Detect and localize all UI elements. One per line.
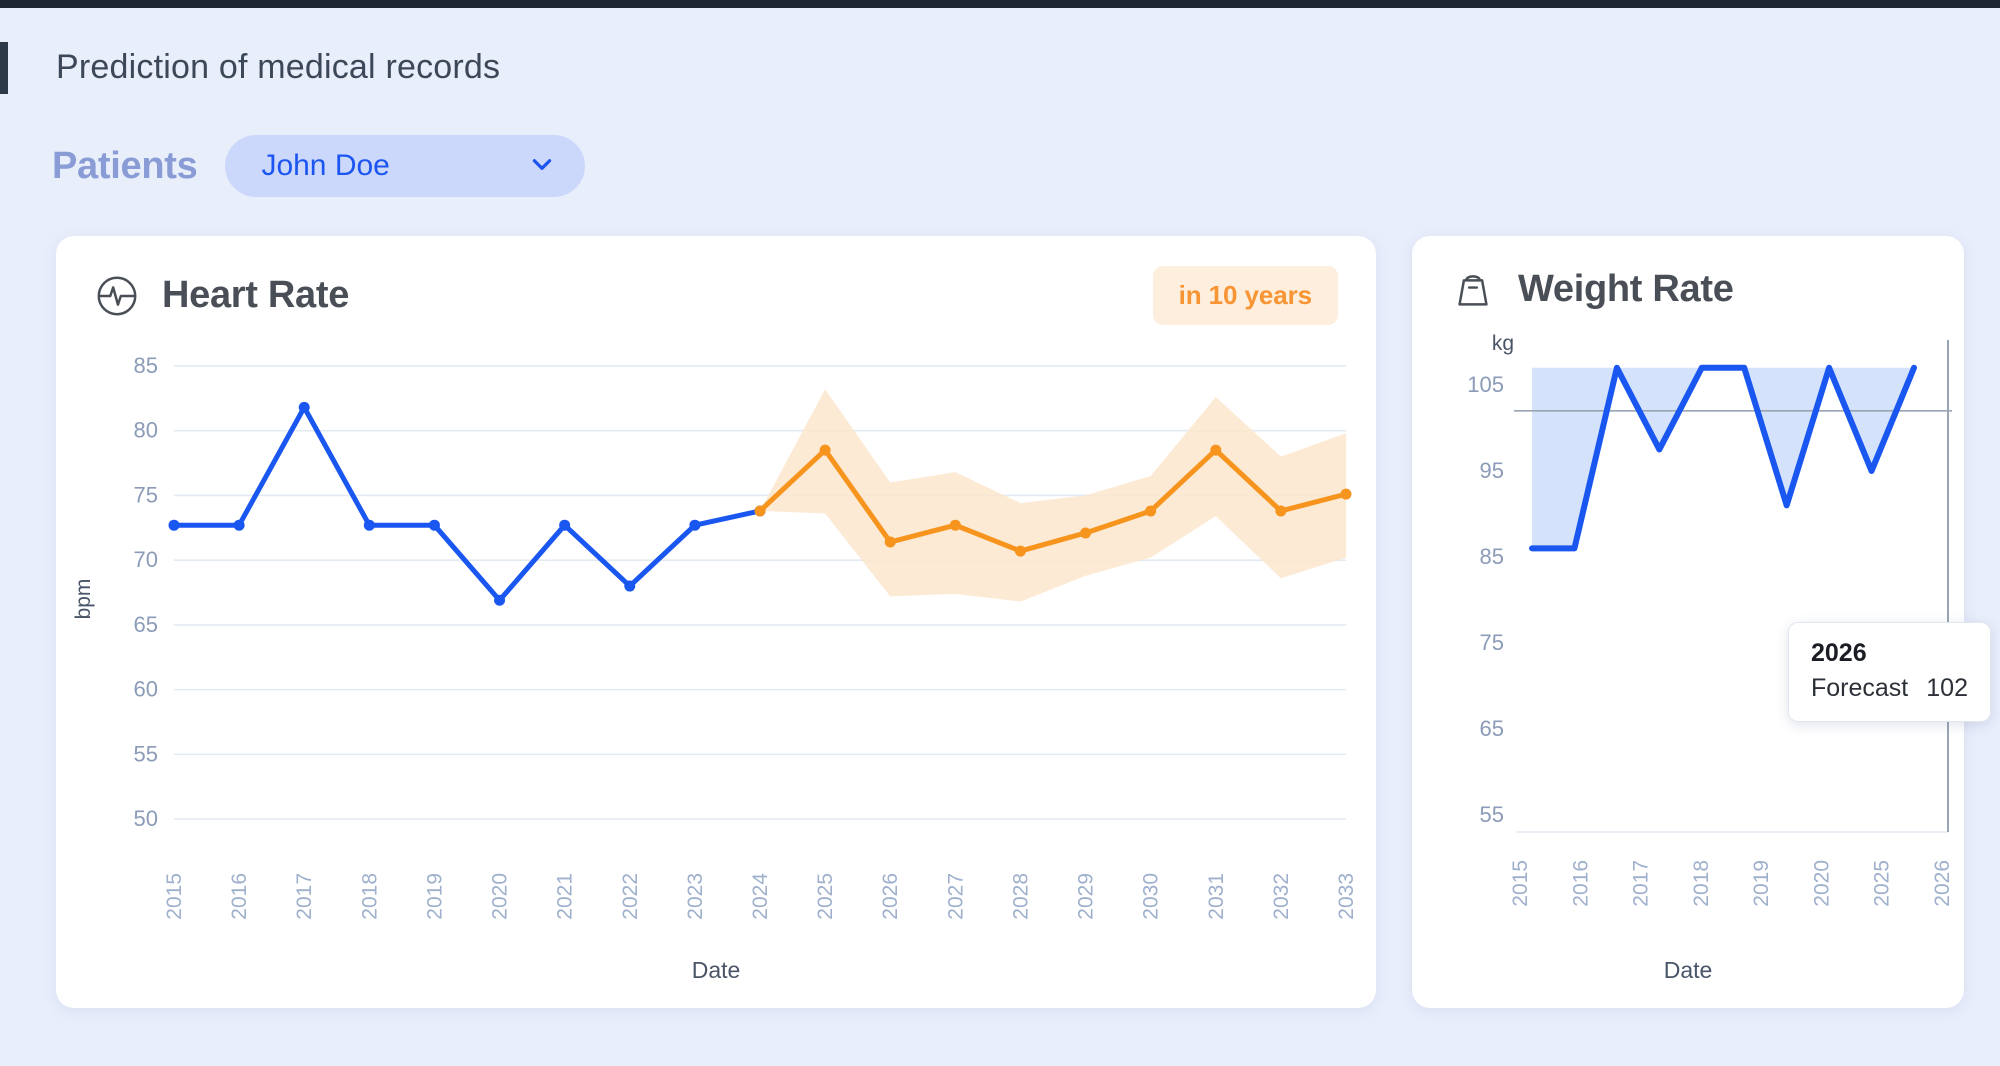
svg-text:55: 55 <box>1480 802 1504 827</box>
svg-text:2030: 2030 <box>1140 873 1163 920</box>
card-heart-rate: Heart Rate in 10 years bpm 85 80 75 70 65 60 55… <box>56 236 1376 1008</box>
svg-text:2025: 2025 <box>814 873 837 920</box>
heart-title-group: Heart Rate <box>94 273 349 319</box>
weight-card-header: Weight Rate <box>1412 236 1964 312</box>
top-strip <box>0 0 2000 8</box>
tooltip-title: 2026 <box>1811 639 1968 668</box>
app-root: Prediction of medical records Patients J… <box>0 0 2000 1066</box>
svg-text:2026: 2026 <box>1931 860 1954 907</box>
svg-text:2015: 2015 <box>163 873 186 920</box>
svg-text:80: 80 <box>134 418 158 443</box>
svg-text:2020: 2020 <box>1810 860 1833 907</box>
patients-label: Patients <box>52 145 197 188</box>
heart-x-axis-title: Date <box>56 957 1376 984</box>
svg-text:75: 75 <box>134 482 158 507</box>
svg-text:2024: 2024 <box>749 873 772 920</box>
svg-text:2022: 2022 <box>619 873 642 920</box>
svg-text:2029: 2029 <box>1075 873 1098 920</box>
svg-text:2027: 2027 <box>944 873 967 920</box>
svg-text:65: 65 <box>134 612 158 637</box>
heart-pulse-icon <box>94 273 140 319</box>
weight-plot-area: kg 105 95 85 75 65 55 2015 2016 2017 2018 2019 2020 2… <box>1412 312 1964 977</box>
svg-text:2016: 2016 <box>228 873 251 920</box>
weight-card-title: Weight Rate <box>1518 268 1734 311</box>
svg-text:2018: 2018 <box>1690 860 1713 907</box>
svg-text:2019: 2019 <box>423 873 446 920</box>
svg-text:2017: 2017 <box>293 873 316 920</box>
svg-text:70: 70 <box>134 547 158 572</box>
svg-text:2015: 2015 <box>1509 860 1532 907</box>
tooltip-series-label: Forecast <box>1811 674 1908 703</box>
svg-text:2019: 2019 <box>1750 860 1773 907</box>
patient-select[interactable]: John Doe <box>225 135 585 197</box>
svg-text:2028: 2028 <box>1009 873 1032 920</box>
kettlebell-icon <box>1450 266 1496 312</box>
svg-text:60: 60 <box>134 677 158 702</box>
svg-text:55: 55 <box>134 741 158 766</box>
svg-text:2021: 2021 <box>554 873 577 920</box>
cards-container: Heart Rate in 10 years bpm 85 80 75 70 65 60 55… <box>0 236 2000 1008</box>
patients-row: Patients John Doe <box>52 135 585 197</box>
svg-text:2031: 2031 <box>1205 873 1228 920</box>
svg-text:2032: 2032 <box>1270 873 1293 920</box>
left-accent-bar <box>0 42 8 94</box>
svg-text:2020: 2020 <box>489 873 512 920</box>
svg-text:75: 75 <box>1480 630 1504 655</box>
heart-plot-area: bpm 85 80 75 70 65 60 55 50 2015 2016 2017 2018 2019 2… <box>56 325 1376 990</box>
svg-text:2026: 2026 <box>879 873 902 920</box>
svg-text:85: 85 <box>1480 544 1504 569</box>
weight-title-group: Weight Rate <box>1450 266 1734 312</box>
heart-card-header: Heart Rate in 10 years <box>56 236 1376 325</box>
chevron-down-icon <box>529 151 555 182</box>
svg-text:85: 85 <box>134 353 158 378</box>
svg-text:50: 50 <box>134 806 158 831</box>
tooltip-value: 102 <box>1926 674 1968 703</box>
svg-text:2016: 2016 <box>1569 860 1592 907</box>
patient-select-value: John Doe <box>261 149 389 183</box>
tooltip-row: Forecast 102 <box>1811 674 1968 703</box>
svg-text:2033: 2033 <box>1335 873 1358 920</box>
svg-text:105: 105 <box>1467 372 1504 397</box>
forecast-horizon-badge: in 10 years <box>1153 266 1338 325</box>
chart-tooltip: 2026 Forecast 102 <box>1788 622 1991 722</box>
svg-text:2023: 2023 <box>684 873 707 920</box>
svg-text:2018: 2018 <box>358 873 381 920</box>
heart-card-title: Heart Rate <box>162 274 349 317</box>
page-title: Prediction of medical records <box>56 48 500 87</box>
heart-rate-chart: bpm 85 80 75 70 65 60 55 50 2015 2016 2017 2018 2019 2… <box>56 325 1376 985</box>
card-weight-rate: Weight Rate kg 105 95 85 75 65 55 2015 2016 2017 2… <box>1412 236 1964 1008</box>
svg-text:95: 95 <box>1480 458 1504 483</box>
svg-text:65: 65 <box>1480 716 1504 741</box>
svg-text:2025: 2025 <box>1871 860 1894 907</box>
svg-text:2017: 2017 <box>1630 860 1653 907</box>
svg-text:bpm: bpm <box>72 579 95 620</box>
weight-x-axis-title: Date <box>1412 957 1964 984</box>
svg-text:kg: kg <box>1492 332 1514 355</box>
